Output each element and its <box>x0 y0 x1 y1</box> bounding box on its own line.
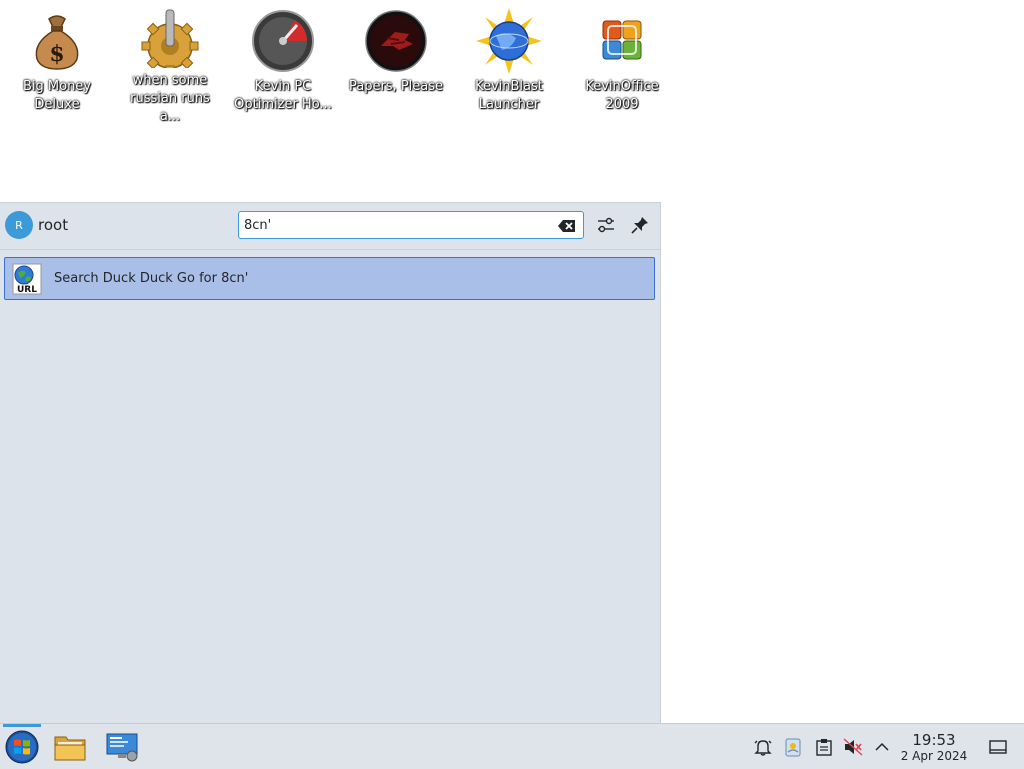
search-result-item[interactable]: URL Search Duck Duck Go for 8cn' <box>4 257 655 300</box>
user-avatar[interactable]: R <box>5 211 33 239</box>
show-desktop-button[interactable] <box>987 736 1009 758</box>
papers-please-icon <box>363 8 429 74</box>
notifications-button[interactable] <box>752 736 774 758</box>
url-globe-icon: URL <box>11 263 43 295</box>
start-orb-icon <box>5 730 39 764</box>
clock-time: 19:53 <box>912 731 956 749</box>
clipboard-button[interactable] <box>813 736 835 758</box>
desktop-icon-papers-please[interactable]: Papers, Please <box>342 8 450 118</box>
digital-clock[interactable]: 19:53 2 Apr 2024 <box>898 731 970 764</box>
search-field[interactable] <box>238 211 584 239</box>
clear-search-icon[interactable] <box>557 218 577 234</box>
desktop-icon-label: KevinBlast Launcher <box>475 79 543 112</box>
expand-tray-button[interactable] <box>871 736 893 758</box>
folder-icon <box>54 736 86 761</box>
speedometer-icon <box>250 8 316 74</box>
notifications-icon <box>754 740 772 756</box>
desktop-icon-kevinoffice-2009[interactable]: KevinOffice 2009 <box>568 8 676 118</box>
start-button[interactable] <box>4 729 40 765</box>
desktop-icon-russian-game[interactable]: when some russian runs a... <box>116 8 224 124</box>
sliders-icon <box>598 217 614 233</box>
search-input[interactable] <box>244 215 544 235</box>
taskbar: 19:53 2 Apr 2024 <box>0 723 1024 769</box>
desktop-icon-label: Papers, Please <box>348 79 444 94</box>
svg-text:URL: URL <box>17 285 37 295</box>
money-bag-icon: $ <box>24 8 90 74</box>
globe-sun-icon <box>476 8 542 74</box>
volume-muted-icon <box>843 738 863 756</box>
clipboard-weather-icon <box>785 738 801 757</box>
desktop-icon-big-money-deluxe[interactable]: $ Big Money Deluxe <box>3 8 111 118</box>
weather-clipboard-button[interactable] <box>782 736 804 758</box>
desktop-icon-label: Kevin PC Optimizer Ho... <box>234 79 332 112</box>
username-label[interactable]: root <box>38 216 68 234</box>
desktop-icon-label: KevinOffice 2009 <box>585 79 659 112</box>
taskbar-system-settings[interactable] <box>104 729 140 765</box>
desktop-icon-label: when some russian runs a... <box>130 73 210 124</box>
desktop-icon-label: Big Money Deluxe <box>22 79 91 112</box>
expand-tray-icon <box>875 742 889 751</box>
application-launcher: R root 8cn' URL Search Duck Duck Go for … <box>0 202 661 724</box>
clock-date: 2 Apr 2024 <box>900 749 968 763</box>
clipboard-icon <box>816 739 832 756</box>
active-task-indicator <box>3 724 41 727</box>
pin-icon <box>631 217 648 234</box>
computer-settings-icon <box>106 733 138 762</box>
search-result-label: Search Duck Duck Go for 8cn' <box>54 271 249 286</box>
desktop-icon-kevinblast-launcher[interactable]: KevinBlast Launcher <box>455 8 563 118</box>
gear-joystick-icon <box>137 8 203 68</box>
volume-button[interactable] <box>842 736 864 758</box>
configure-button[interactable] <box>595 214 617 236</box>
svg-text:$: $ <box>49 41 64 67</box>
office-logo-icon <box>589 8 655 74</box>
desktop-icon-kevin-pc-optimizer[interactable]: Kevin PC Optimizer Ho... <box>229 8 337 118</box>
show-desktop-icon <box>989 740 1007 754</box>
taskbar-file-manager[interactable] <box>52 729 88 765</box>
pin-button[interactable] <box>629 214 651 236</box>
launcher-header: R root <box>0 203 660 250</box>
